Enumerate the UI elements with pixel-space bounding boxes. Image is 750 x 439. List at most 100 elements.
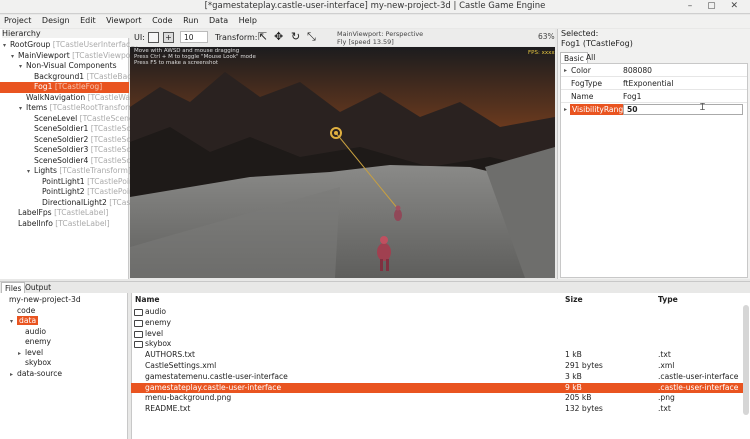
files-tree-item[interactable]: skybox <box>18 358 51 369</box>
scale-icon[interactable]: ⤡ <box>307 30 316 44</box>
rotate-icon[interactable]: ↻ <box>291 30 300 43</box>
file-row[interactable]: level <box>131 329 743 340</box>
column-header-name[interactable]: Name <box>135 295 160 304</box>
hierarchy-item-name: WalkNavigation <box>26 92 86 102</box>
menu-code[interactable]: Code <box>148 15 176 26</box>
text-cursor-icon: Ｉ <box>698 103 708 113</box>
snap-spin-input[interactable]: 10 <box>180 31 208 43</box>
hierarchy-item[interactable]: SceneLevel [TCastleScene] <box>0 114 137 125</box>
hierarchy-item-name: SceneSoldier4 <box>34 155 89 165</box>
folder-name: data <box>17 316 39 325</box>
hierarchy-item-name: Background1 <box>34 71 85 81</box>
tab-output[interactable]: Output <box>22 282 54 293</box>
hierarchy-item[interactable]: ▾ MainViewport [TCastleViewport] <box>0 51 140 62</box>
hierarchy-item[interactable]: LabelInfo [TCastleLabel] <box>0 219 110 230</box>
bottom-tab-bar <box>0 281 750 293</box>
3d-viewport[interactable] <box>130 47 555 278</box>
expand-toggle-icon[interactable]: ▾ <box>10 317 17 328</box>
hierarchy-item-name: Non-Visual Components <box>26 61 117 70</box>
file-row[interactable]: CastleSettings.xml 291 bytes .xml <box>131 361 743 372</box>
column-header-type[interactable]: Type <box>658 295 678 304</box>
expand-toggle-icon[interactable]: ▸ <box>10 370 17 381</box>
window-controls[interactable]: – ▢ ✕ <box>688 1 744 11</box>
menu-help[interactable]: Help <box>235 15 261 26</box>
menu-data[interactable]: Data <box>205 15 232 26</box>
file-list-scrollbar[interactable] <box>743 305 749 415</box>
column-header-size[interactable]: Size <box>565 295 583 304</box>
menu-project[interactable]: Project <box>0 15 35 26</box>
folder-name: code <box>17 305 36 315</box>
light-gizmo-center <box>334 131 338 135</box>
file-row[interactable]: audio <box>131 307 743 318</box>
hierarchy-item[interactable]: ▾ Non-Visual Components <box>0 61 117 72</box>
hierarchy-item[interactable]: SceneSoldier2 [TCastleScene] <box>0 135 148 146</box>
hierarchy-item[interactable]: LabelFps [TCastleLabel] <box>0 208 108 219</box>
file-row[interactable]: README.txt 132 bytes .txt <box>131 404 743 415</box>
files-tree-item[interactable]: code <box>10 306 35 317</box>
tab-all[interactable]: All <box>583 52 598 63</box>
hierarchy-item-name: MainViewport <box>18 50 70 60</box>
hierarchy-item-name: PointLight1 <box>42 176 85 186</box>
folder-icon <box>134 341 143 349</box>
zoom-level: 63% <box>538 32 555 41</box>
select-cursor-icon[interactable]: ⇱ <box>258 30 267 43</box>
selected-title: Selected: Fog1 (TCastleFog) <box>561 29 633 49</box>
file-name: level <box>145 328 164 338</box>
add-mode-button[interactable]: + <box>163 32 174 43</box>
hierarchy-item[interactable]: SceneSoldier4 [TCastleScene] <box>0 156 148 167</box>
menu-viewport[interactable]: Viewport <box>102 15 145 26</box>
file-name: CastleSettings.xml <box>145 361 217 370</box>
hierarchy-item-class: [TCastleFog] <box>54 82 103 91</box>
viewport-hint: Move with AWSD and mouse dragging Press … <box>134 48 256 66</box>
file-row[interactable]: enemy <box>131 318 743 329</box>
file-row[interactable]: gamestatemenu.castle-user-interface 3 kB.… <box>131 372 743 383</box>
hierarchy-item-name: SceneSoldier3 <box>34 145 89 154</box>
files-tree-item[interactable]: ▸ data-source <box>10 369 62 380</box>
select-mode-button[interactable] <box>148 32 159 43</box>
folder-name: my-new-project-3d <box>9 295 81 304</box>
hierarchy-item[interactable]: SceneSoldier1 [TCastleScene] <box>0 124 148 135</box>
hierarchy-item-name: Fog1 <box>34 82 53 91</box>
move-icon[interactable]: ✥ <box>274 30 283 43</box>
hierarchy-item[interactable]: ▾ RootGroup [TCastleUserInterface] <box>0 40 138 51</box>
files-tree-item[interactable]: audio <box>18 327 46 338</box>
hint-line-3: Press F5 to make a screenshot <box>134 60 219 66</box>
files-tree-item[interactable]: ▸ level <box>18 348 43 359</box>
file-row[interactable]: AUTHORS.txt 1 kB .txt <box>131 350 743 361</box>
menu-design[interactable]: Design <box>38 15 74 26</box>
file-size: 132 bytes <box>565 404 603 414</box>
selected-component-name: Fog1 (TCastleFog) <box>561 39 633 48</box>
hierarchy-item-name: SceneLevel <box>34 113 78 123</box>
property-row[interactable]: ▸ VisibilityRange 50 <box>561 103 747 116</box>
hierarchy-item[interactable]: SceneSoldier3 [TCastleScene] <box>0 145 148 156</box>
file-row[interactable]: skybox <box>131 339 743 350</box>
hierarchy-item[interactable]: Fog1 [TCastleFog] <box>0 82 129 93</box>
fps-label: FPS: xxxx <box>528 50 555 56</box>
viewport-navigation-label: Fly [speed 13.59] <box>337 38 394 46</box>
menu-run[interactable]: Run <box>179 15 202 26</box>
files-tree-item[interactable]: ▾ data <box>10 316 39 328</box>
ui-label: UI: <box>134 33 145 42</box>
file-type: .txt <box>658 404 671 414</box>
files-tree-item[interactable]: my-new-project-3d <box>2 295 81 306</box>
viewport-scene <box>130 47 555 278</box>
folder-icon <box>134 330 143 338</box>
property-value[interactable]: 50 <box>623 104 743 115</box>
hierarchy-item[interactable]: ▾ Items [TCastleRootTransform] <box>0 103 138 114</box>
hierarchy-item-class: [TCastleTransform] <box>59 166 131 175</box>
hierarchy-item-name: LabelInfo <box>18 218 53 228</box>
file-name: gamestateplay.castle-user-interface <box>145 382 282 392</box>
file-size: 205 kB <box>565 393 592 403</box>
folder-icon <box>134 309 143 316</box>
menu-edit[interactable]: Edit <box>76 15 100 26</box>
file-row[interactable]: gamestateplay.castle-user-interface 9 kB.… <box>131 382 743 394</box>
folder-icon <box>134 319 143 327</box>
hierarchy-item[interactable]: ▾ Lights [TCastleTransform] <box>0 166 131 177</box>
expand-arrow-icon[interactable]: ▸ <box>564 103 567 116</box>
hierarchy-item-class: [TCastleUserInterface] <box>52 40 138 49</box>
hierarchy-item-name: LabelFps <box>18 208 52 217</box>
file-row[interactable]: menu-background.png 205 kB .png <box>131 393 743 404</box>
file-type: .castle-user-interface <box>658 382 739 392</box>
files-tree-item[interactable]: enemy <box>18 337 51 348</box>
hierarchy-item-name: DirectionalLight2 <box>42 197 107 207</box>
